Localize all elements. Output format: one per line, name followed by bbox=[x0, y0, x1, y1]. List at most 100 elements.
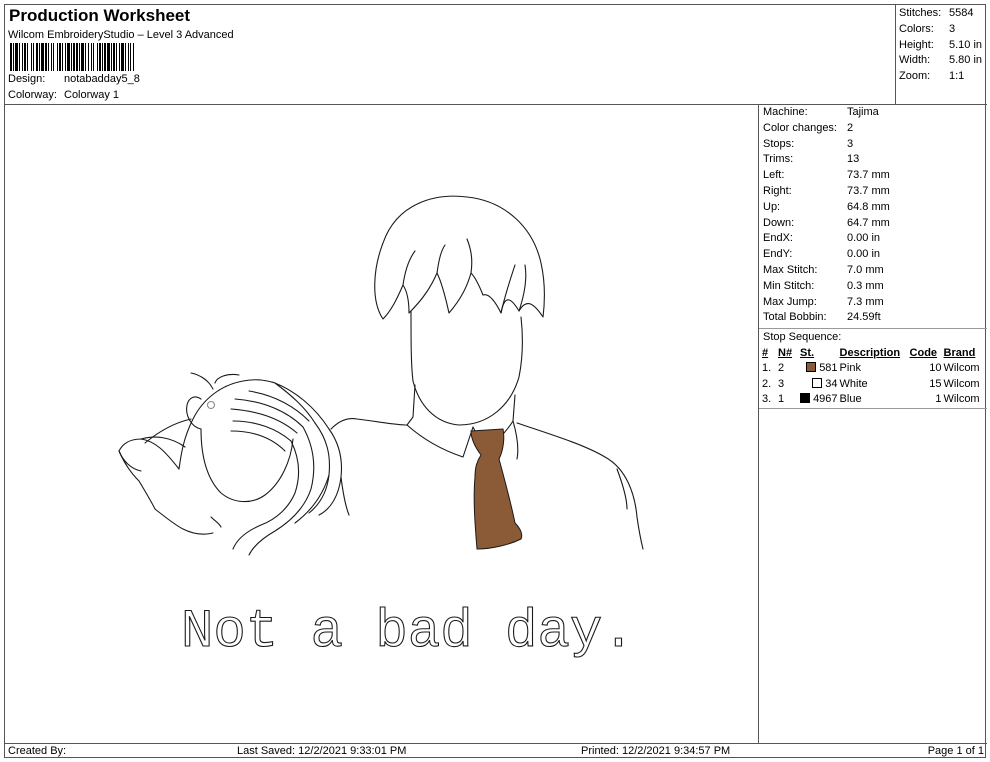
barcode-bar bbox=[134, 43, 136, 71]
info-label: Up: bbox=[763, 200, 781, 213]
worksheet-frame: Production Worksheet Wilcom EmbroiderySt… bbox=[4, 4, 987, 758]
page-title: Production Worksheet bbox=[9, 6, 191, 25]
hair-strand bbox=[466, 238, 473, 274]
machine-info-list: Machine: Tajima Color changes: 2 Stops: 3 T… bbox=[759, 105, 987, 326]
stat-value: 5.10 in bbox=[949, 38, 983, 51]
info-row: Stops: 3 bbox=[759, 137, 987, 153]
info-value: 24.59ft bbox=[847, 311, 881, 324]
info-row: Max Stitch: 7.0 mm bbox=[759, 263, 987, 279]
col-n: N# bbox=[778, 346, 793, 359]
colorway-value: Colorway 1 bbox=[64, 89, 120, 101]
col-brand: Brand bbox=[943, 346, 976, 359]
row-brand: Wilcom bbox=[943, 377, 980, 390]
row-stitches-cell: 34 bbox=[800, 376, 840, 392]
stat-row: Height: 5.10 in bbox=[899, 38, 987, 54]
stop-sequence: Stop Sequence: # N# St. Description Code… bbox=[759, 328, 987, 409]
col-code: Code bbox=[909, 346, 938, 359]
info-label: Left: bbox=[763, 169, 785, 182]
header: Production Worksheet Wilcom EmbroiderySt… bbox=[5, 5, 895, 105]
last-saved: Last Saved: 12/2/2021 9:33:01 PM bbox=[237, 745, 407, 757]
row-description: Pink bbox=[839, 361, 861, 374]
page-number: Page 1 of 1 bbox=[927, 745, 984, 757]
row-brand: Wilcom bbox=[943, 361, 980, 374]
info-value: 0.00 in bbox=[847, 248, 881, 261]
stats-panel: Stitches: 5584 Colors: 3 Height: 5.10 in Wi… bbox=[895, 5, 987, 105]
info-row: Down: 64.7 mm bbox=[759, 216, 987, 232]
design-text: Not a bad day. bbox=[181, 602, 635, 663]
row-stitches-cell: 4967 bbox=[800, 391, 840, 407]
info-row: Min Stitch: 0.3 mm bbox=[759, 279, 987, 295]
info-row: Right: 73.7 mm bbox=[759, 184, 987, 200]
row-n: 1 bbox=[778, 393, 785, 406]
stat-label: Colors: bbox=[899, 22, 934, 35]
table-row: 2. 3 34 White 15 Wilcom bbox=[762, 376, 986, 392]
info-row: Trims: 13 bbox=[759, 152, 987, 168]
hair-strand bbox=[436, 244, 446, 274]
hair-strand bbox=[230, 430, 286, 452]
row-description: Blue bbox=[839, 393, 862, 406]
info-label: Max Jump: bbox=[763, 295, 817, 308]
info-value: 7.3 mm bbox=[847, 295, 884, 308]
hair-strand bbox=[214, 373, 240, 384]
hair-top bbox=[178, 379, 330, 470]
barcode bbox=[10, 43, 196, 71]
stat-label: Width: bbox=[899, 54, 931, 67]
hair-right bbox=[318, 428, 343, 516]
info-value: 7.0 mm bbox=[847, 263, 884, 276]
row-index: 3. bbox=[762, 393, 772, 406]
shoulder-left bbox=[330, 418, 408, 430]
info-label: Down: bbox=[763, 216, 795, 229]
col-description: Description bbox=[839, 346, 901, 359]
table-row: 1. 2 581 Pink 10 Wilcom bbox=[762, 360, 986, 376]
info-row: Left: 73.7 mm bbox=[759, 168, 987, 184]
info-label: Machine: bbox=[763, 106, 808, 118]
hair-strand bbox=[274, 382, 316, 424]
software-name: Wilcom EmbroideryStudio – Level 3 Advanc… bbox=[8, 29, 234, 41]
hair-outline bbox=[374, 195, 545, 320]
info-label: EndY: bbox=[763, 248, 793, 261]
info-value: 64.8 mm bbox=[847, 200, 890, 213]
info-value: 73.7 mm bbox=[847, 169, 890, 182]
created-by: Created By: bbox=[8, 745, 67, 757]
row-code: 15 bbox=[929, 377, 942, 390]
row-code: 1 bbox=[935, 393, 942, 406]
info-label: Max Stitch: bbox=[763, 263, 818, 276]
woman-face bbox=[200, 428, 294, 503]
stat-label: Stitches: bbox=[899, 7, 942, 19]
info-row: Machine: Tajima bbox=[759, 105, 987, 121]
stat-label: Zoom: bbox=[899, 70, 931, 83]
colorway-label: Colorway: bbox=[8, 89, 57, 101]
hair-strand bbox=[500, 264, 516, 314]
color-swatch bbox=[806, 361, 817, 372]
machine-info-panel: Machine: Tajima Color changes: 2 Stops: 3 T… bbox=[759, 105, 987, 743]
row-stitches: 581 bbox=[819, 361, 838, 374]
shoulder-right bbox=[516, 422, 644, 550]
stat-value: 5.80 in bbox=[949, 54, 983, 67]
tie bbox=[470, 428, 523, 550]
stop-sequence-table: # N# St. Description Code Brand 1. 2 581… bbox=[762, 345, 986, 407]
row-n: 2 bbox=[778, 361, 785, 374]
neck-right bbox=[512, 394, 516, 422]
info-row: Total Bobbin: 24.59ft bbox=[759, 310, 987, 326]
table-row: 3. 1 4967 Blue 1 Wilcom bbox=[762, 391, 986, 407]
colorway-row: Colorway: Colorway 1 bbox=[8, 89, 119, 101]
hair-strand bbox=[234, 398, 304, 428]
stat-value: 1:1 bbox=[949, 70, 965, 83]
ear bbox=[186, 396, 202, 430]
stat-row: Stitches: 5584 bbox=[899, 6, 987, 22]
design-label: Design: bbox=[8, 73, 46, 85]
arm-line bbox=[616, 468, 628, 510]
printed-date: Printed: 12/2/2021 9:34:57 PM bbox=[581, 745, 731, 757]
table-header-row: # N# St. Description Code Brand bbox=[762, 345, 986, 360]
stat-row: Colors: 3 bbox=[899, 22, 987, 38]
row-brand: Wilcom bbox=[943, 393, 980, 406]
color-swatch bbox=[812, 377, 823, 388]
row-code: 10 bbox=[929, 361, 942, 374]
info-value: Tajima bbox=[847, 106, 879, 118]
info-value: 0.00 in bbox=[847, 232, 881, 245]
info-value: 13 bbox=[847, 153, 860, 166]
row-index: 1. bbox=[762, 361, 772, 374]
stat-row: Zoom: 1:1 bbox=[899, 69, 987, 85]
row-stitches-cell: 581 bbox=[800, 360, 840, 376]
hair-flow bbox=[144, 418, 192, 444]
